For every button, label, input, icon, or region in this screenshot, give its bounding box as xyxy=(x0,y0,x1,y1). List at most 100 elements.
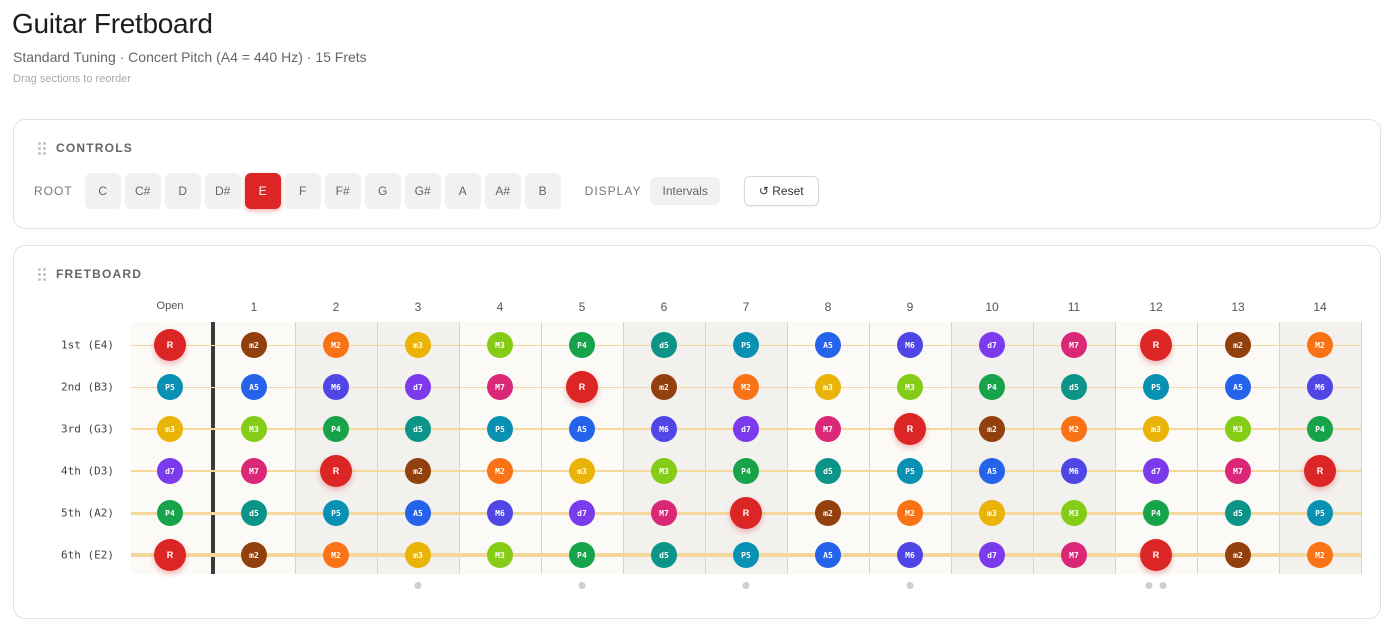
interval-note-marker[interactable]: M6 xyxy=(897,542,923,568)
interval-note-marker[interactable]: M3 xyxy=(241,416,267,442)
root-note-button[interactable]: C xyxy=(84,173,121,209)
interval-note-marker[interactable]: d5 xyxy=(815,458,841,484)
interval-note-marker[interactable]: M6 xyxy=(323,374,349,400)
interval-note-marker[interactable]: d5 xyxy=(1061,374,1087,400)
interval-note-marker[interactable]: M3 xyxy=(897,374,923,400)
interval-note-marker[interactable]: M2 xyxy=(323,542,349,568)
interval-note-marker[interactable]: P5 xyxy=(157,374,183,400)
interval-note-marker[interactable]: d7 xyxy=(157,458,183,484)
interval-note-marker[interactable]: A5 xyxy=(815,332,841,358)
root-note-button[interactable]: A# xyxy=(484,173,521,209)
interval-note-marker[interactable]: m3 xyxy=(569,458,595,484)
interval-note-marker[interactable]: P4 xyxy=(323,416,349,442)
interval-note-marker[interactable]: M2 xyxy=(487,458,513,484)
interval-note-marker[interactable]: d7 xyxy=(569,500,595,526)
interval-note-marker[interactable]: M3 xyxy=(487,332,513,358)
root-note-button[interactable]: G xyxy=(364,173,401,209)
interval-note-marker[interactable]: m2 xyxy=(979,416,1005,442)
interval-note-marker[interactable]: P4 xyxy=(569,542,595,568)
interval-note-marker[interactable]: M2 xyxy=(733,374,759,400)
root-note-marker[interactable]: R xyxy=(1140,329,1172,361)
root-note-button[interactable]: E xyxy=(244,173,281,209)
interval-note-marker[interactable]: M6 xyxy=(651,416,677,442)
interval-note-marker[interactable]: M2 xyxy=(897,500,923,526)
interval-note-marker[interactable]: d5 xyxy=(651,332,677,358)
interval-note-marker[interactable]: M6 xyxy=(1307,374,1333,400)
interval-note-marker[interactable]: d5 xyxy=(241,500,267,526)
interval-note-marker[interactable]: M7 xyxy=(487,374,513,400)
interval-note-marker[interactable]: P5 xyxy=(733,332,759,358)
interval-note-marker[interactable]: P4 xyxy=(733,458,759,484)
interval-note-marker[interactable]: m3 xyxy=(157,416,183,442)
interval-note-marker[interactable]: m2 xyxy=(241,332,267,358)
interval-note-marker[interactable]: M7 xyxy=(1225,458,1251,484)
interval-note-marker[interactable]: P4 xyxy=(157,500,183,526)
interval-note-marker[interactable]: M3 xyxy=(1225,416,1251,442)
reset-button[interactable]: ↺ Reset xyxy=(743,176,819,206)
root-note-marker[interactable]: R xyxy=(566,371,598,403)
interval-note-marker[interactable]: M2 xyxy=(1061,416,1087,442)
interval-note-marker[interactable]: P5 xyxy=(897,458,923,484)
root-note-marker[interactable]: R xyxy=(1304,455,1336,487)
display-mode-button[interactable]: Intervals xyxy=(650,177,720,205)
interval-note-marker[interactable]: m3 xyxy=(815,374,841,400)
interval-note-marker[interactable]: M7 xyxy=(815,416,841,442)
interval-note-marker[interactable]: M3 xyxy=(651,458,677,484)
interval-note-marker[interactable]: M3 xyxy=(487,542,513,568)
interval-note-marker[interactable]: M7 xyxy=(241,458,267,484)
interval-note-marker[interactable]: P4 xyxy=(979,374,1005,400)
interval-note-marker[interactable]: P5 xyxy=(1307,500,1333,526)
root-note-button[interactable]: B xyxy=(524,173,561,209)
root-note-marker[interactable]: R xyxy=(1140,539,1172,571)
interval-note-marker[interactable]: M6 xyxy=(897,332,923,358)
interval-note-marker[interactable]: m2 xyxy=(405,458,431,484)
interval-note-marker[interactable]: P4 xyxy=(1143,500,1169,526)
interval-note-marker[interactable]: d7 xyxy=(1143,458,1169,484)
interval-note-marker[interactable]: A5 xyxy=(569,416,595,442)
interval-note-marker[interactable]: A5 xyxy=(979,458,1005,484)
interval-note-marker[interactable]: M6 xyxy=(487,500,513,526)
interval-note-marker[interactable]: A5 xyxy=(1225,374,1251,400)
interval-note-marker[interactable]: m2 xyxy=(1225,542,1251,568)
interval-note-marker[interactable]: P4 xyxy=(569,332,595,358)
root-note-button[interactable]: C# xyxy=(124,173,161,209)
interval-note-marker[interactable]: d5 xyxy=(651,542,677,568)
interval-note-marker[interactable]: m2 xyxy=(241,542,267,568)
interval-note-marker[interactable]: d7 xyxy=(733,416,759,442)
interval-note-marker[interactable]: M3 xyxy=(1061,500,1087,526)
interval-note-marker[interactable]: M2 xyxy=(1307,332,1333,358)
interval-note-marker[interactable]: P4 xyxy=(1307,416,1333,442)
root-note-button[interactable]: D# xyxy=(204,173,241,209)
interval-note-marker[interactable]: d5 xyxy=(1225,500,1251,526)
interval-note-marker[interactable]: M2 xyxy=(323,332,349,358)
root-note-marker[interactable]: R xyxy=(730,497,762,529)
interval-note-marker[interactable]: d7 xyxy=(979,542,1005,568)
drag-handle-icon[interactable] xyxy=(38,141,46,155)
interval-note-marker[interactable]: P5 xyxy=(1143,374,1169,400)
root-note-marker[interactable]: R xyxy=(320,455,352,487)
interval-note-marker[interactable]: M7 xyxy=(1061,332,1087,358)
interval-note-marker[interactable]: A5 xyxy=(405,500,431,526)
root-note-button[interactable]: F xyxy=(284,173,321,209)
interval-note-marker[interactable]: m3 xyxy=(979,500,1005,526)
interval-note-marker[interactable]: P5 xyxy=(487,416,513,442)
interval-note-marker[interactable]: M7 xyxy=(1061,542,1087,568)
interval-note-marker[interactable]: m2 xyxy=(1225,332,1251,358)
interval-note-marker[interactable]: P5 xyxy=(323,500,349,526)
root-note-button[interactable]: G# xyxy=(404,173,441,209)
interval-note-marker[interactable]: A5 xyxy=(815,542,841,568)
interval-note-marker[interactable]: M7 xyxy=(651,500,677,526)
interval-note-marker[interactable]: M2 xyxy=(1307,542,1333,568)
interval-note-marker[interactable]: m3 xyxy=(405,332,431,358)
interval-note-marker[interactable]: m2 xyxy=(815,500,841,526)
interval-note-marker[interactable]: A5 xyxy=(241,374,267,400)
interval-note-marker[interactable]: d7 xyxy=(405,374,431,400)
root-note-marker[interactable]: R xyxy=(154,539,186,571)
interval-note-marker[interactable]: d7 xyxy=(979,332,1005,358)
root-note-button[interactable]: D xyxy=(164,173,201,209)
interval-note-marker[interactable]: P5 xyxy=(733,542,759,568)
interval-note-marker[interactable]: m3 xyxy=(1143,416,1169,442)
drag-handle-icon[interactable] xyxy=(38,267,46,281)
root-note-button[interactable]: A xyxy=(444,173,481,209)
interval-note-marker[interactable]: m3 xyxy=(405,542,431,568)
